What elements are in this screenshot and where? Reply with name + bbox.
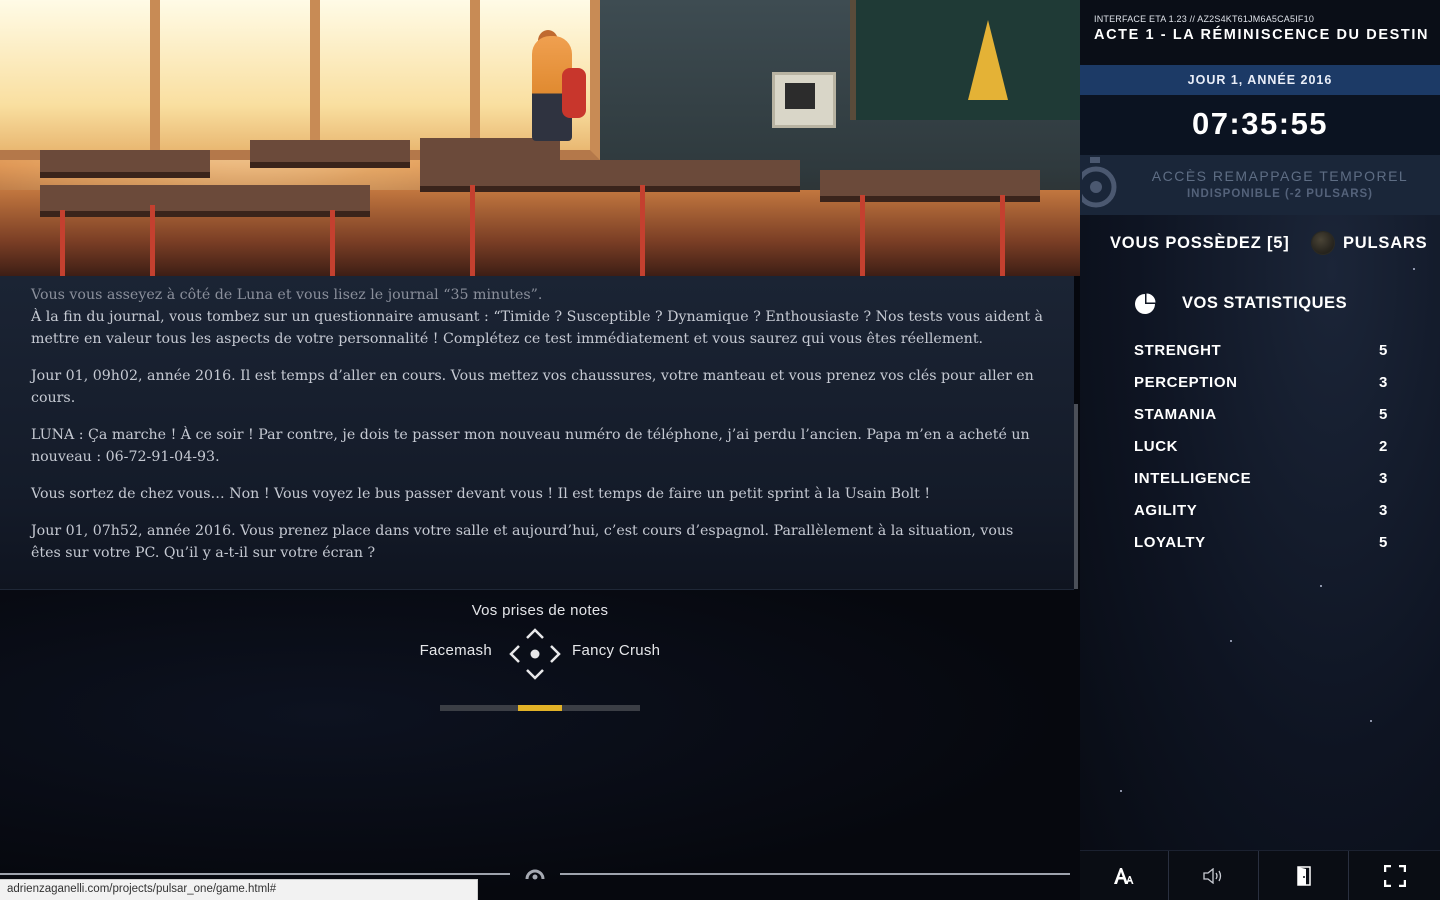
choice-progress-fill bbox=[518, 705, 562, 711]
day-indicator: JOUR 1, ANNÉE 2016 bbox=[1080, 65, 1440, 95]
story-paragraph: Jour 01, 09h02, année 2016. Il est temps… bbox=[31, 368, 1034, 406]
stats-title: VOS STATISTIQUES bbox=[1182, 294, 1348, 312]
act-title: ACTE 1 - LA RÉMINISCENCE DU DESTIN bbox=[1094, 27, 1430, 43]
school-desk bbox=[40, 150, 210, 172]
panel-header: INTERFACE ETA 1.23 // AZ2S4KT61JM6A5CA5I… bbox=[1080, 0, 1440, 65]
story-scrollbar[interactable] bbox=[1074, 404, 1078, 589]
pulsar-coin-icon bbox=[1312, 232, 1334, 254]
fullscreen-icon bbox=[1383, 865, 1406, 887]
sound-icon bbox=[1203, 868, 1222, 884]
chalkboard bbox=[850, 0, 1080, 120]
stat-row: AGILITY 3 bbox=[1134, 500, 1388, 522]
old-computer bbox=[772, 72, 836, 128]
remap-title: ACCÈS REMAPPAGE TEMPOREL bbox=[1151, 168, 1409, 184]
game-clock: 07:35:55 bbox=[1080, 95, 1440, 155]
choice-right-button[interactable]: Fancy Crush bbox=[572, 642, 660, 659]
chair-leg bbox=[1000, 195, 1005, 276]
exit-button[interactable] bbox=[1260, 851, 1349, 900]
temporal-remap-button[interactable]: ACCÈS REMAPPAGE TEMPOREL INDISPONIBLE (-… bbox=[1080, 155, 1440, 215]
star bbox=[1120, 790, 1122, 792]
stat-row: INTELLIGENCE 3 bbox=[1134, 468, 1388, 490]
story-paragraph: Vous sortez de chez vous… Non ! Vous voy… bbox=[31, 486, 931, 502]
school-desk bbox=[40, 185, 370, 211]
scene-illustration bbox=[0, 0, 1080, 276]
classroom-window bbox=[160, 0, 320, 160]
stat-row: PERCEPTION 3 bbox=[1134, 372, 1388, 394]
stat-value: 3 bbox=[1379, 374, 1388, 391]
chair-leg bbox=[470, 185, 475, 276]
browser-status-url: adrienzaganelli.com/projects/pulsar_one/… bbox=[0, 879, 478, 900]
star bbox=[1370, 720, 1372, 722]
fullscreen-button[interactable] bbox=[1350, 851, 1439, 900]
stat-row: LUCK 2 bbox=[1134, 436, 1388, 458]
stat-name: PERCEPTION bbox=[1134, 374, 1238, 391]
chair-leg bbox=[640, 185, 645, 276]
chair-leg bbox=[150, 205, 155, 276]
stat-name: LUCK bbox=[1134, 438, 1179, 455]
story-paragraph: LUNA : Ça marche ! À ce soir ! Par contr… bbox=[31, 427, 1030, 465]
school-desk bbox=[820, 170, 1040, 196]
stat-value: 5 bbox=[1379, 406, 1388, 423]
timeline-track bbox=[560, 873, 1070, 875]
chair-leg bbox=[860, 195, 865, 276]
dpad-icon bbox=[509, 628, 561, 680]
remap-status: INDISPONIBLE (-2 PULSARS) bbox=[1186, 188, 1373, 200]
set-square bbox=[968, 20, 1008, 100]
school-desk bbox=[420, 138, 560, 160]
school-desk bbox=[420, 160, 800, 186]
side-panel: INTERFACE ETA 1.23 // AZ2S4KT61JM6A5CA5I… bbox=[1080, 0, 1440, 900]
chair-leg bbox=[330, 210, 335, 276]
choice-progress-bar bbox=[440, 705, 640, 711]
dpad-control[interactable] bbox=[507, 628, 563, 684]
story-paragraph: Vous vous asseyez à côté de Luna et vous… bbox=[31, 287, 543, 303]
chair-leg bbox=[60, 210, 65, 276]
stat-name: LOYALTY bbox=[1134, 534, 1206, 551]
font-size-icon bbox=[1114, 868, 1134, 884]
classroom-window bbox=[0, 0, 160, 160]
stat-value: 3 bbox=[1379, 502, 1388, 519]
game-screen: Vous vous asseyez à côté de Luna et vous… bbox=[0, 0, 1440, 900]
stat-value: 2 bbox=[1379, 438, 1388, 455]
pulsar-count-label: VOUS POSSÈDEZ [5] bbox=[1110, 234, 1290, 252]
star bbox=[1320, 585, 1322, 587]
stat-row: STRENGHT 5 bbox=[1134, 340, 1388, 362]
sound-button[interactable] bbox=[1170, 851, 1259, 900]
stat-name: STAMANIA bbox=[1134, 406, 1217, 423]
timeline-track bbox=[0, 873, 510, 875]
star bbox=[1230, 640, 1232, 642]
stat-value: 3 bbox=[1379, 470, 1388, 487]
pie-chart-icon bbox=[1135, 293, 1156, 314]
backpack bbox=[562, 68, 586, 118]
star bbox=[1413, 268, 1415, 270]
stat-row: LOYALTY 5 bbox=[1134, 532, 1388, 554]
classroom-window bbox=[320, 0, 480, 160]
notes-title: Vos prises de notes bbox=[471, 602, 609, 619]
school-desk bbox=[250, 140, 410, 162]
stat-row: STAMANIA 5 bbox=[1134, 404, 1388, 426]
stats-header: VOS STATISTIQUES bbox=[1134, 292, 1414, 316]
stat-name: INTELLIGENCE bbox=[1134, 470, 1252, 487]
pulsar-balance: VOUS POSSÈDEZ [5] PULSARS bbox=[1110, 232, 1435, 256]
story-paragraph: À la fin du journal, vous tombez sur un … bbox=[31, 309, 1043, 347]
stat-name: STRENGHT bbox=[1134, 342, 1222, 359]
stat-value: 5 bbox=[1379, 342, 1388, 359]
story-text: Vous vous asseyez à côté de Luna et vous… bbox=[0, 276, 1074, 590]
font-size-button[interactable] bbox=[1080, 851, 1169, 900]
exit-door-icon bbox=[1297, 866, 1311, 886]
choice-left-button[interactable]: Facemash bbox=[420, 642, 492, 659]
game-toolbar bbox=[1080, 850, 1440, 900]
interface-version: INTERFACE ETA 1.23 // AZ2S4KT61JM6A5CA5I… bbox=[1094, 14, 1315, 24]
timeline-knob-icon[interactable] bbox=[525, 866, 545, 880]
notes-area: Vos prises de notes Facemash Fancy Crush bbox=[0, 590, 1080, 900]
stat-value: 5 bbox=[1379, 534, 1388, 551]
pulsar-unit-label: PULSARS bbox=[1343, 234, 1428, 252]
stat-name: AGILITY bbox=[1134, 502, 1198, 519]
time-rewind-icon bbox=[1082, 155, 1122, 215]
story-paragraph: Jour 01, 07h52, année 2016. Vous prenez … bbox=[31, 523, 1014, 561]
